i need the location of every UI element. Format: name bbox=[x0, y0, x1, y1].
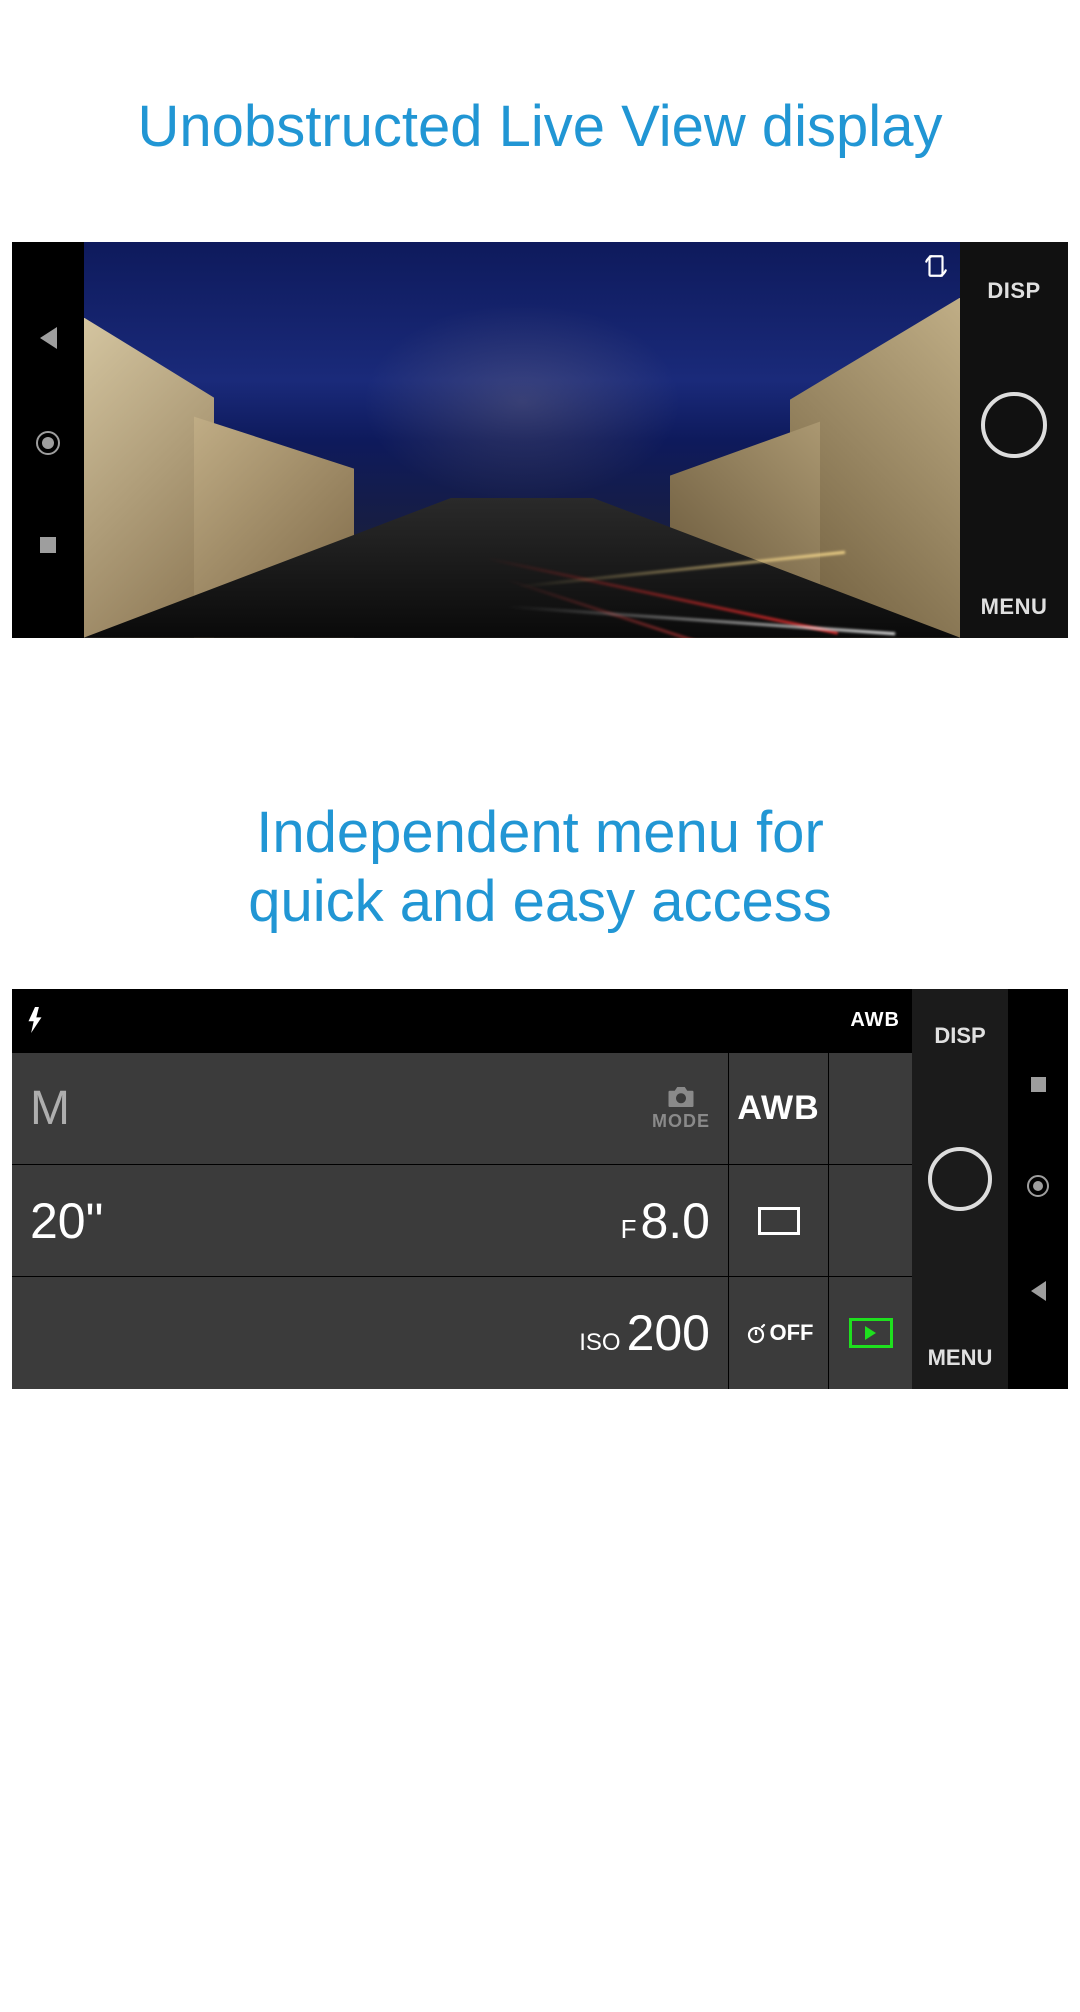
self-timer-off-icon: OFF bbox=[744, 1320, 814, 1346]
heading-menu: Independent menu for quick and easy acce… bbox=[0, 798, 1080, 937]
empty-cell bbox=[828, 1053, 912, 1164]
nav-recent-icon[interactable] bbox=[40, 537, 56, 553]
single-shot-icon bbox=[758, 1207, 800, 1235]
drive-mode-cell[interactable] bbox=[728, 1165, 828, 1276]
shutter-speed-value: 20" bbox=[30, 1192, 103, 1250]
nav-back-icon[interactable] bbox=[1031, 1281, 1046, 1301]
screenshot-menu: AWB M MODE AWB bbox=[12, 989, 1068, 1389]
nav-home-icon[interactable] bbox=[1027, 1175, 1049, 1197]
mode-cell[interactable]: M MODE bbox=[12, 1053, 728, 1164]
menu-button[interactable]: MENU bbox=[981, 594, 1048, 620]
android-nav-bar bbox=[1008, 989, 1068, 1389]
shutter-button[interactable] bbox=[981, 392, 1047, 458]
aperture-value: F 8.0 bbox=[621, 1192, 710, 1250]
heading-live-view: Unobstructed Live View display bbox=[0, 92, 1080, 162]
camera-mode-icon bbox=[652, 1085, 710, 1109]
mode-label: MODE bbox=[652, 1111, 710, 1132]
camera-side-panel: DISP MENU bbox=[960, 242, 1068, 638]
nav-recent-icon[interactable] bbox=[1031, 1077, 1046, 1092]
iso-cell[interactable]: ISO 200 bbox=[12, 1277, 728, 1388]
empty-cell bbox=[828, 1165, 912, 1276]
playback-cell[interactable] bbox=[828, 1277, 912, 1388]
menu-button[interactable]: MENU bbox=[928, 1345, 993, 1371]
awb-cell[interactable]: AWB bbox=[728, 1053, 828, 1164]
nav-home-icon[interactable] bbox=[36, 431, 60, 455]
mode-value: M bbox=[30, 1081, 70, 1136]
flash-icon[interactable] bbox=[26, 1007, 44, 1038]
self-timer-cell[interactable]: OFF bbox=[728, 1277, 828, 1388]
awb-status-label: AWB bbox=[850, 1009, 900, 1032]
exposure-cell[interactable]: 20" F 8.0 bbox=[12, 1165, 728, 1276]
screenshot-live-view: DISP MENU bbox=[12, 242, 1068, 638]
shutter-button[interactable] bbox=[928, 1147, 992, 1211]
camera-status-bar: AWB bbox=[12, 989, 912, 1053]
disp-button[interactable]: DISP bbox=[934, 1023, 985, 1049]
playback-icon bbox=[849, 1318, 893, 1348]
android-nav-bar bbox=[12, 242, 84, 638]
iso-value: ISO 200 bbox=[579, 1304, 710, 1362]
disp-button[interactable]: DISP bbox=[987, 278, 1040, 304]
awb-value: AWB bbox=[737, 1089, 819, 1128]
live-view-viewfinder[interactable] bbox=[84, 242, 960, 638]
camera-menu-main: AWB M MODE AWB bbox=[12, 989, 912, 1389]
settings-grid: M MODE AWB 20" F bbox=[12, 1053, 912, 1389]
nav-back-icon[interactable] bbox=[40, 327, 57, 349]
rotate-screen-icon[interactable] bbox=[920, 250, 952, 282]
camera-side-panel: DISP MENU bbox=[912, 989, 1008, 1389]
